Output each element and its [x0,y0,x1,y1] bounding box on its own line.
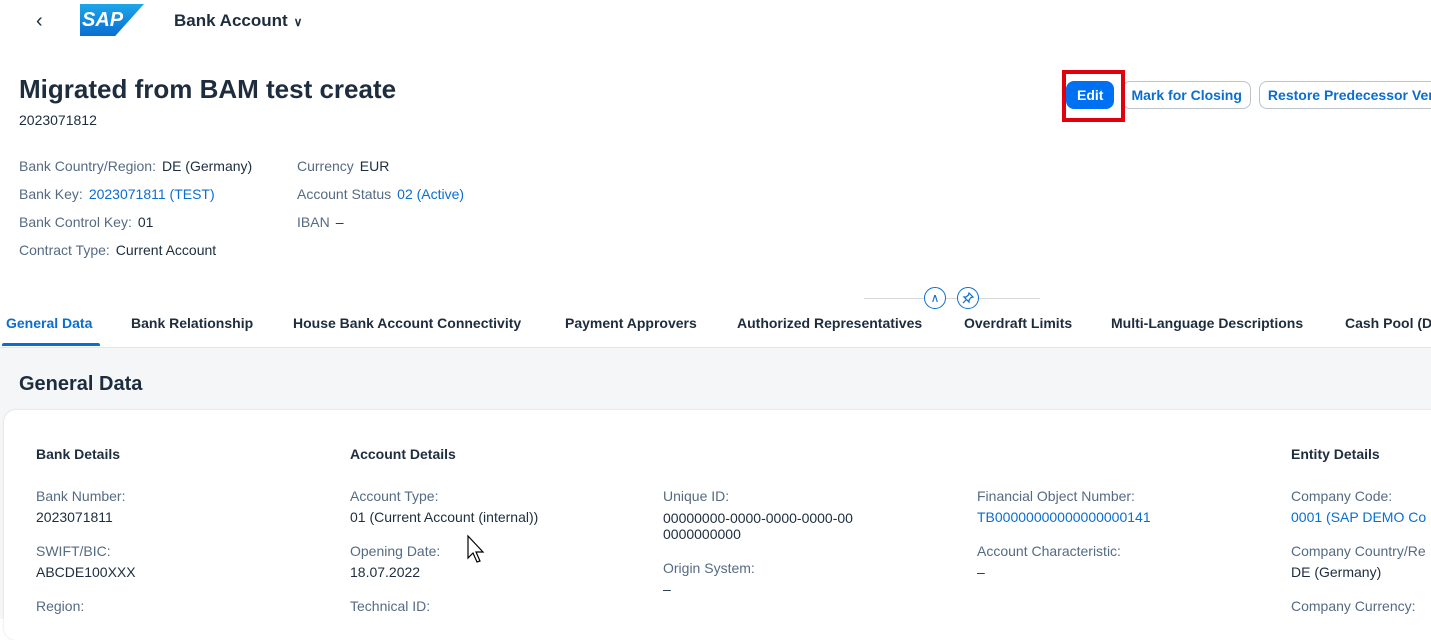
company-code-label: Company Code: [1291,488,1393,504]
financial-object-number-link[interactable]: TB00000000000000000141 [977,509,1151,525]
mark-for-closing-button[interactable]: Mark for Closing [1122,81,1251,109]
financial-object-number-label: Financial Object Number: [977,488,1135,504]
company-code-link[interactable]: 0001 (SAP DEMO Co [1291,509,1426,525]
header-actions: Edit Mark for Closing Restore Predecesso… [1066,81,1431,109]
unique-id-label: Unique ID: [663,488,730,504]
tab-overdraft-limits[interactable]: Overdraft Limits [964,315,1072,331]
bank-number-value: 2023071811 [36,509,113,525]
section-title: General Data [19,373,143,395]
account-characteristic-value: – [977,564,985,580]
group-title-account-details: Account Details [350,446,456,462]
tab-authorized-representatives[interactable]: Authorized Representatives [737,315,922,331]
active-tab-indicator [2,343,100,346]
bank-number-label: Bank Number: [36,488,126,504]
shell-bar: ‹ SAP Bank Account ∨ [0,0,1431,42]
unique-id-value: 00000000-0000-0000-0000-000000000000 [663,510,853,542]
app-title-menu[interactable]: Bank Account ∨ [174,11,302,31]
swift-bic-label: SWIFT/BIC: [36,543,111,559]
account-type-value: 01 (Current Account (internal)) [350,509,539,525]
company-currency-label: Company Currency: [1291,598,1416,614]
tab-house-bank-account-connectivity[interactable]: House Bank Account Connectivity [293,315,521,331]
swift-bic-value: ABCDE100XXX [36,564,136,580]
account-type-label: Account Type: [350,488,439,504]
company-country-value: DE (Germany) [1291,564,1382,580]
attr-bank-control-key: Bank Control Key: 01 [19,214,154,230]
bank-key-link[interactable]: 2023071811 (TEST) [89,186,215,202]
account-characteristic-label: Account Characteristic: [977,543,1121,559]
header-divider [864,298,1040,299]
pin-icon [962,291,975,304]
origin-system-value: – [663,581,671,597]
attr-contract-type: Contract Type: Current Account [19,242,217,258]
tab-bank-relationship[interactable]: Bank Relationship [131,315,253,331]
opening-date-value: 18.07.2022 [350,564,421,580]
chevron-down-icon: ∨ [293,15,303,29]
group-title-bank-details: Bank Details [36,446,121,462]
chevron-up-icon: ∧ [930,291,940,305]
attr-iban: IBAN – [297,214,344,230]
sap-logo[interactable]: SAP [80,4,144,36]
tab-cash-pool[interactable]: Cash Pool (D [1345,315,1431,331]
attr-bank-country: Bank Country/Region: DE (Germany) [19,158,253,174]
attr-bank-key: Bank Key: 2023071811 (TEST) [19,186,215,202]
attr-currency: Currency EUR [297,158,390,174]
object-subtitle: 2023071812 [19,112,97,128]
app-title-label: Bank Account [174,11,288,30]
tab-bar: General Data Bank Relationship House Ban… [0,305,1431,348]
region-label: Region: [36,598,85,614]
attr-account-status: Account Status 02 (Active) [297,186,465,202]
tab-multi-language-descriptions[interactable]: Multi-Language Descriptions [1111,315,1303,331]
group-title-entity-details: Entity Details [1291,446,1380,462]
technical-id-label: Technical ID: [350,598,431,614]
tab-general-data[interactable]: General Data [6,315,92,331]
object-title: Migrated from BAM test create [19,74,397,104]
origin-system-label: Origin System: [663,560,755,576]
opening-date-label: Opening Date: [350,543,441,559]
tab-payment-approvers[interactable]: Payment Approvers [565,315,697,331]
back-chevron-icon[interactable]: ‹ [36,10,43,33]
restore-predecessor-button[interactable]: Restore Predecessor Ver [1258,81,1431,109]
company-country-label: Company Country/Re [1291,543,1426,559]
account-status-link[interactable]: 02 (Active) [397,186,464,202]
edit-button[interactable]: Edit [1066,81,1115,109]
